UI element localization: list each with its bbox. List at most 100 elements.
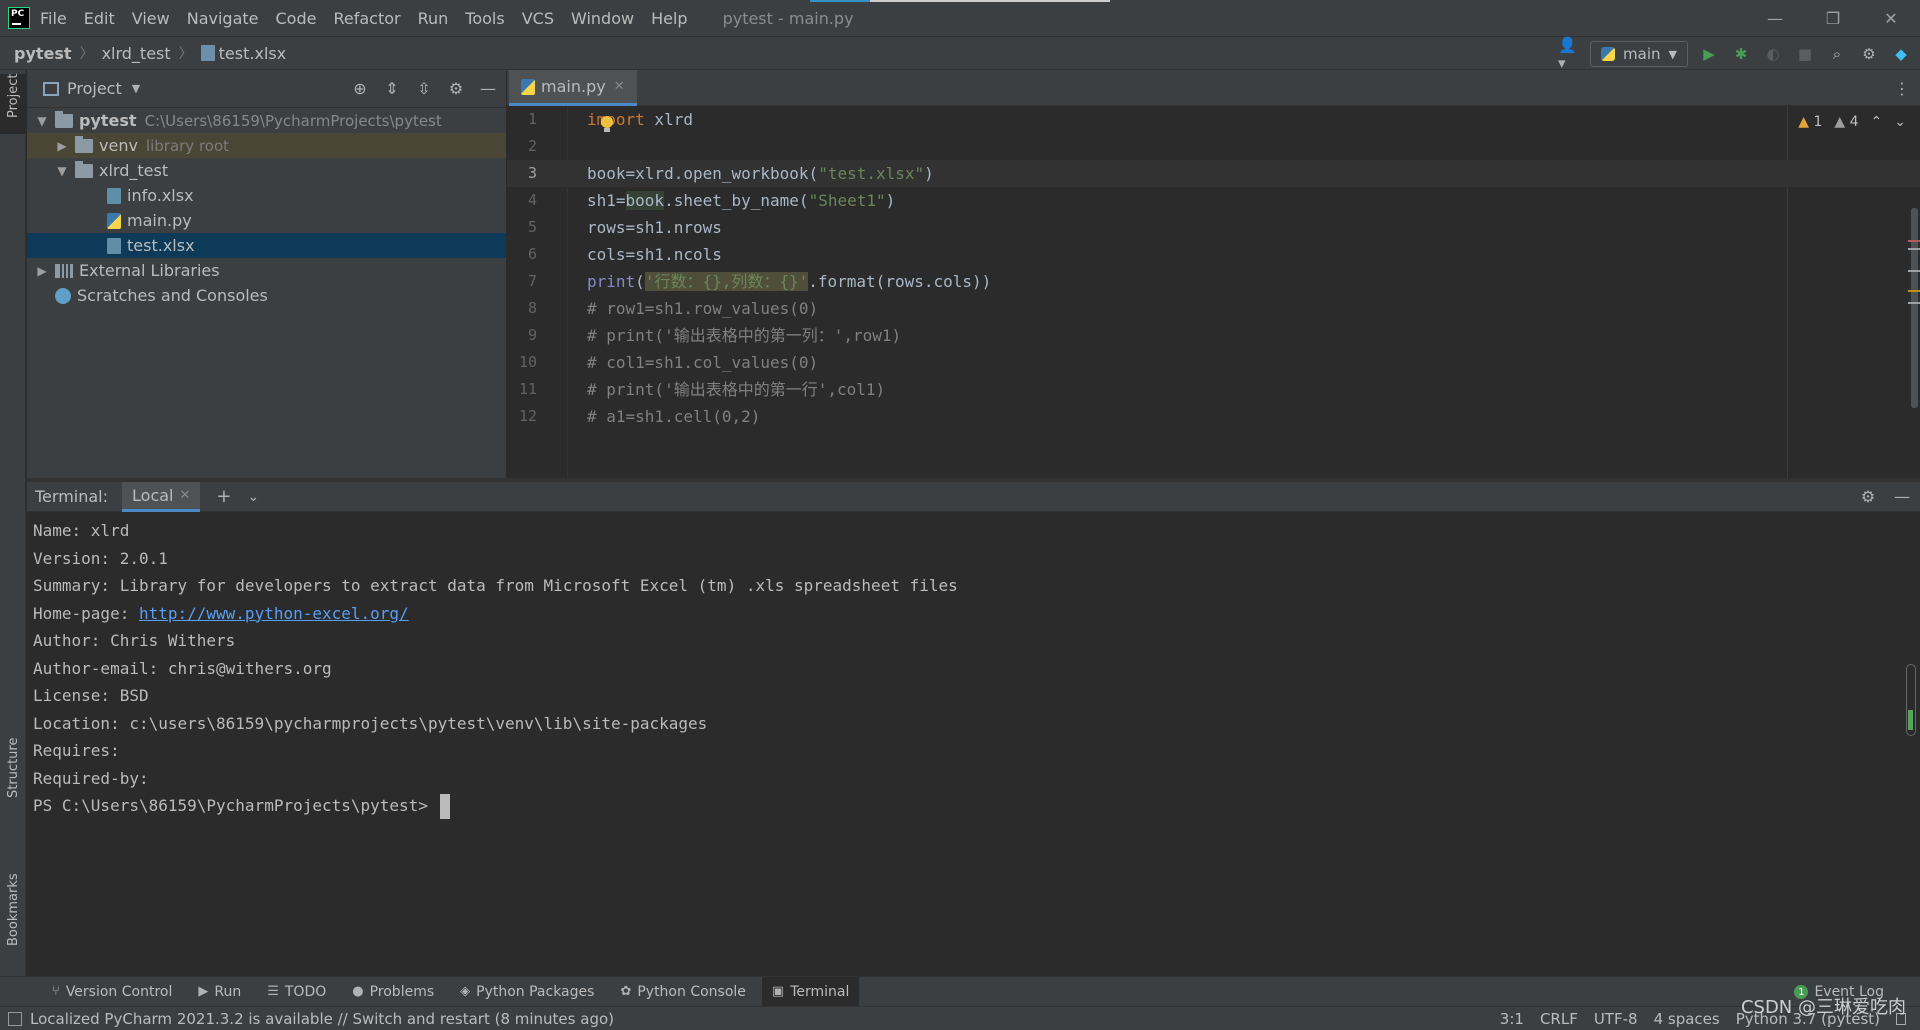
editor-scrollbar[interactable] (1911, 208, 1918, 408)
tree-node-venv[interactable]: ▶ venv library root (27, 133, 506, 158)
file-encoding[interactable]: UTF-8 (1594, 1010, 1638, 1028)
inspection-widget[interactable]: ▲ 1 ▲ 4 ⌃ ⌄ (1798, 114, 1906, 130)
homepage-link[interactable]: http://www.python-excel.org/ (139, 604, 409, 623)
menu-help[interactable]: Help (651, 9, 687, 28)
hide-panel-icon[interactable]: — (478, 78, 498, 98)
bookmarks-tab-label: Bookmarks (6, 873, 21, 946)
python-icon (1601, 47, 1616, 61)
jetbrains-toolbox-icon[interactable]: ◆ (1890, 43, 1912, 65)
editor-tab-main-py[interactable]: main.py ✕ (509, 70, 637, 106)
line-separator[interactable]: CRLF (1540, 1010, 1578, 1028)
tree-node-root[interactable]: ▼ pytest C:\Users\86159\PycharmProjects\… (27, 108, 506, 133)
tree-node-external-libraries[interactable]: ▶ External Libraries (27, 258, 506, 283)
toolwindow-python-console[interactable]: ✿ Python Console (610, 977, 755, 1007)
coverage-icon[interactable]: ◐ (1762, 43, 1784, 65)
tree-file-info-xlsx[interactable]: info.xlsx (27, 183, 506, 208)
menu-run[interactable]: Run (418, 9, 449, 28)
minimize-button[interactable]: — (1746, 0, 1804, 36)
chevron-right-icon[interactable]: ▶ (55, 139, 69, 153)
warning-count[interactable]: ▲ 1 (1798, 114, 1822, 130)
code-comment: # print('输出表格中的第一行',col1) (587, 380, 886, 399)
menu-code[interactable]: Code (276, 9, 317, 28)
error-stripe-mark[interactable] (1908, 270, 1920, 272)
line-number: 2 (527, 137, 537, 155)
run-config-label: main (1623, 45, 1661, 63)
bookmarks-tool-tab[interactable]: Bookmarks (0, 860, 26, 960)
tree-file-test-xlsx[interactable]: test.xlsx (27, 233, 506, 258)
terminal-line: Summary: Library for developers to extra… (33, 576, 958, 595)
warning-icon: ▲ (1798, 114, 1809, 130)
chevron-down-icon[interactable]: ⌄ (247, 489, 259, 505)
window-title: pytest - main.py (722, 8, 854, 28)
toolwindow-python-packages[interactable]: ◈ Python Packages (450, 977, 604, 1007)
line-number: 8 (527, 299, 537, 317)
error-stripe-mark[interactable] (1908, 302, 1920, 304)
toolwindow-todo[interactable]: ☰ TODO (257, 977, 336, 1007)
toolwindow-problems[interactable]: ● Problems (342, 977, 444, 1007)
run-configuration-selector[interactable]: main ▼ (1590, 41, 1688, 67)
user-icon[interactable]: 👤▾ (1558, 36, 1580, 72)
error-stripe-mark[interactable] (1908, 290, 1920, 292)
settings-gear-icon[interactable]: ⚙ (1858, 486, 1878, 506)
status-message[interactable]: Localized PyCharm 2021.3.2 is available … (30, 1010, 614, 1028)
chevron-down-icon[interactable]: ▼ (132, 82, 140, 95)
status-toggle-icon[interactable] (8, 1011, 22, 1026)
line-number: 9 (527, 326, 537, 344)
toolwindow-terminal[interactable]: ▣ Terminal (761, 976, 860, 1007)
menu-refactor[interactable]: Refactor (333, 9, 400, 28)
restore-button[interactable]: ❐ (1804, 0, 1862, 36)
terminal-tab-local[interactable]: Local ✕ (122, 481, 201, 512)
settings-gear-icon[interactable]: ⚙ (446, 78, 466, 98)
hide-panel-icon[interactable]: — (1892, 486, 1912, 506)
new-tab-plus-icon[interactable]: + (216, 486, 231, 507)
tree-node-folder[interactable]: ▼ xlrd_test (27, 158, 506, 183)
structure-tool-tab[interactable]: Structure (0, 720, 26, 810)
chevron-down-icon[interactable]: ▼ (35, 114, 49, 128)
chevron-right-icon[interactable]: ▶ (35, 264, 49, 278)
terminal-output[interactable]: Name: xlrd Version: 2.0.1 Summary: Libra… (27, 513, 1920, 976)
debug-icon[interactable]: ✱ (1730, 43, 1752, 65)
menu-window[interactable]: Window (571, 9, 634, 28)
code-area[interactable]: 1 import xlrd 2 3 book=xlrd.open_workboo… (507, 106, 1920, 478)
breadcrumb-folder[interactable]: xlrd_test (102, 44, 171, 63)
menu-file[interactable]: File (40, 9, 67, 28)
caret-position[interactable]: 3:1 (1500, 1010, 1524, 1028)
close-icon[interactable]: ✕ (614, 79, 625, 94)
settings-gear-icon[interactable]: ⚙ (1858, 43, 1880, 65)
chevron-down-icon[interactable]: ▼ (55, 164, 69, 178)
locate-target-icon[interactable]: ⊕ (350, 78, 370, 98)
weak-warning-count[interactable]: ▲ 4 (1834, 114, 1858, 130)
terminal-text: Home-page: (33, 603, 139, 623)
lightbulb-icon[interactable] (601, 116, 615, 132)
indent-setting[interactable]: 4 spaces (1654, 1010, 1720, 1028)
toolwindow-version-control[interactable]: ⑂ Version Control (42, 977, 182, 1007)
stop-icon[interactable]: ■ (1794, 43, 1816, 65)
search-icon[interactable]: ⌕ (1826, 43, 1848, 65)
menu-tools[interactable]: Tools (465, 9, 504, 28)
tree-file-main-py[interactable]: main.py (27, 208, 506, 233)
close-window-button[interactable]: ✕ (1862, 0, 1920, 36)
menu-navigate[interactable]: Navigate (187, 9, 259, 28)
chevron-up-icon[interactable]: ⌃ (1871, 114, 1883, 130)
breadcrumb-file[interactable]: test.xlsx (219, 44, 287, 63)
run-icon: ▶ (198, 984, 209, 999)
close-icon[interactable]: ✕ (179, 488, 190, 503)
chevron-down-icon[interactable]: ⌄ (1894, 114, 1906, 130)
toolwindow-run[interactable]: ▶ Run (188, 977, 251, 1007)
project-tool-tab[interactable]: Project (0, 74, 26, 134)
error-stripe-mark[interactable] (1908, 240, 1920, 242)
toolwindow-label: Terminal (790, 983, 850, 1000)
menu-edit[interactable]: Edit (84, 9, 115, 28)
expand-all-icon[interactable]: ⇕ (382, 78, 402, 98)
breadcrumb-project[interactable]: pytest (14, 44, 72, 63)
menu-view[interactable]: View (132, 9, 170, 28)
tool-window-bar: ⑂ Version Control ▶ Run ☰ TODO ● Problems ◈ P… (0, 976, 1920, 1007)
tree-node-scratches[interactable]: Scratches and Consoles (27, 283, 506, 308)
run-icon[interactable]: ▶ (1698, 43, 1720, 65)
collapse-all-icon[interactable]: ⇳ (414, 78, 434, 98)
error-stripe-mark[interactable] (1908, 248, 1920, 250)
project-view-selector[interactable]: Project (67, 79, 122, 98)
menu-vcs[interactable]: VCS (522, 9, 554, 28)
more-options-icon[interactable]: ⋮ (1894, 79, 1910, 98)
project-panel-header: Project ▼ ⊕ ⇕ ⇳ ⚙ — (27, 70, 506, 108)
